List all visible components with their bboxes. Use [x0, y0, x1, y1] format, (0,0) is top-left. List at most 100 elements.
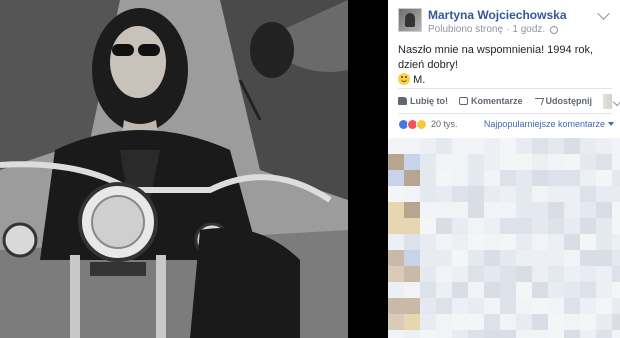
blurred-comment-pixel — [596, 138, 612, 154]
author-name[interactable]: Martyna Wojciechowska — [428, 8, 567, 22]
blurred-comment-pixel — [580, 202, 596, 218]
blurred-comment-pixel — [468, 234, 484, 250]
blurred-comment-pixel — [580, 298, 596, 314]
blurred-comment-pixel — [564, 138, 580, 154]
blurred-comment-pixel — [436, 314, 452, 330]
sort-label: Najpopularniejsze komentarze — [483, 119, 605, 129]
blurred-comment-pixel — [468, 170, 484, 186]
blurred-comment-pixel — [516, 266, 532, 282]
blurred-comment-pixel — [468, 218, 484, 234]
blurred-comment-pixel — [612, 282, 620, 298]
blurred-comment-pixel — [452, 218, 468, 234]
share-button[interactable]: Udostępnij — [532, 96, 593, 106]
blurred-comment-pixel — [404, 282, 420, 298]
blurred-comment-pixel — [548, 314, 564, 330]
author-avatar[interactable] — [398, 8, 422, 32]
blurred-comment-pixel — [532, 234, 548, 250]
like-label: Lubię to! — [410, 96, 448, 106]
blurred-comment-pixel — [388, 250, 404, 266]
caret-icon — [608, 122, 614, 126]
blurred-comment-pixel — [580, 218, 596, 234]
blurred-comment-pixel — [532, 218, 548, 234]
share-label: Udostępnij — [545, 96, 593, 106]
blurred-comment-pixel — [500, 234, 516, 250]
blurred-comment-pixel — [580, 314, 596, 330]
blurred-comment-pixel — [532, 298, 548, 314]
blurred-comment-pixel — [612, 218, 620, 234]
blurred-comment-pixel — [468, 138, 484, 154]
blurred-comment-pixel — [452, 234, 468, 250]
post-time[interactable]: 1 godz. — [512, 24, 545, 35]
blurred-comment-pixel — [564, 170, 580, 186]
blurred-comment-pixel — [532, 186, 548, 202]
blurred-comment-pixel — [420, 266, 436, 282]
blurred-comment-pixel — [500, 266, 516, 282]
blurred-comment-pixel — [404, 170, 420, 186]
blurred-comment-pixel — [532, 282, 548, 298]
blurred-comment-pixel — [564, 282, 580, 298]
blurred-comment-pixel — [596, 186, 612, 202]
comment-button[interactable]: Komentarze — [459, 96, 523, 106]
blurred-comment-pixel — [532, 266, 548, 282]
blurred-comment-pixel — [596, 314, 612, 330]
blurred-comment-pixel — [580, 330, 596, 338]
blurred-comment-pixel — [500, 202, 516, 218]
blurred-comment-pixel — [548, 186, 564, 202]
blurred-comment-pixel — [548, 234, 564, 250]
like-button[interactable]: Lubię to! — [398, 96, 448, 106]
blurred-comment-pixel — [612, 298, 620, 314]
photo-viewer — [0, 0, 388, 338]
blurred-comment-pixel — [580, 282, 596, 298]
blurred-comment-pixel — [420, 314, 436, 330]
reaction-wow-icon[interactable] — [416, 118, 427, 130]
blurred-comment-pixel — [580, 186, 596, 202]
blurred-comment-pixel — [580, 266, 596, 282]
blurred-comment-pixel — [404, 138, 420, 154]
blurred-comment-pixel — [436, 282, 452, 298]
blurred-comment-pixel — [516, 298, 532, 314]
blurred-comment-pixel — [452, 250, 468, 266]
blurred-comment-pixel — [436, 138, 452, 154]
blurred-comment-pixel — [388, 314, 404, 330]
blurred-comment-pixel — [516, 234, 532, 250]
blurred-comment-pixel — [484, 282, 500, 298]
blurred-comment-pixel — [580, 170, 596, 186]
blurred-comment-pixel — [532, 250, 548, 266]
meta-separator: · — [506, 24, 510, 35]
blurred-comment-pixel — [420, 154, 436, 170]
blurred-comment-pixel — [468, 202, 484, 218]
blurred-comment-pixel — [548, 266, 564, 282]
blurred-comment-pixel — [388, 218, 404, 234]
post-panel: Martyna Wojciechowska Polubiono stronę ·… — [388, 0, 620, 338]
blurred-comment-pixel — [612, 250, 620, 266]
liked-page-label: Polubiono stronę — [428, 24, 504, 35]
blurred-comment-pixel — [596, 298, 612, 314]
post-photo[interactable] — [0, 0, 348, 338]
blurred-comment-pixel — [580, 138, 596, 154]
blurred-comment-pixel — [420, 234, 436, 250]
blurred-comment-pixel — [564, 314, 580, 330]
blurred-comment-pixel — [404, 314, 420, 330]
blurred-comment-pixel — [516, 186, 532, 202]
comments-section-blurred — [388, 138, 620, 338]
blurred-comment-pixel — [500, 250, 516, 266]
blurred-comment-pixel — [404, 330, 420, 338]
blurred-comment-pixel — [452, 330, 468, 338]
blurred-comment-pixel — [436, 250, 452, 266]
comment-sort-dropdown[interactable]: Najpopularniejsze komentarze — [484, 119, 614, 129]
blurred-comment-pixel — [404, 218, 420, 234]
blurred-comment-pixel — [532, 330, 548, 338]
viewer-avatar[interactable] — [603, 93, 612, 109]
blurred-comment-pixel — [484, 202, 500, 218]
blurred-comment-pixel — [484, 154, 500, 170]
blurred-comment-pixel — [452, 138, 468, 154]
reaction-count[interactable]: 20 tys. — [431, 119, 458, 129]
blurred-comment-pixel — [564, 330, 580, 338]
chevron-down-icon[interactable] — [597, 7, 610, 20]
blurred-comment-pixel — [420, 282, 436, 298]
blurred-comment-pixel — [468, 330, 484, 338]
blurred-comment-pixel — [532, 138, 548, 154]
blurred-comment-pixel — [388, 186, 404, 202]
blurred-comment-pixel — [612, 202, 620, 218]
blurred-comment-pixel — [436, 266, 452, 282]
